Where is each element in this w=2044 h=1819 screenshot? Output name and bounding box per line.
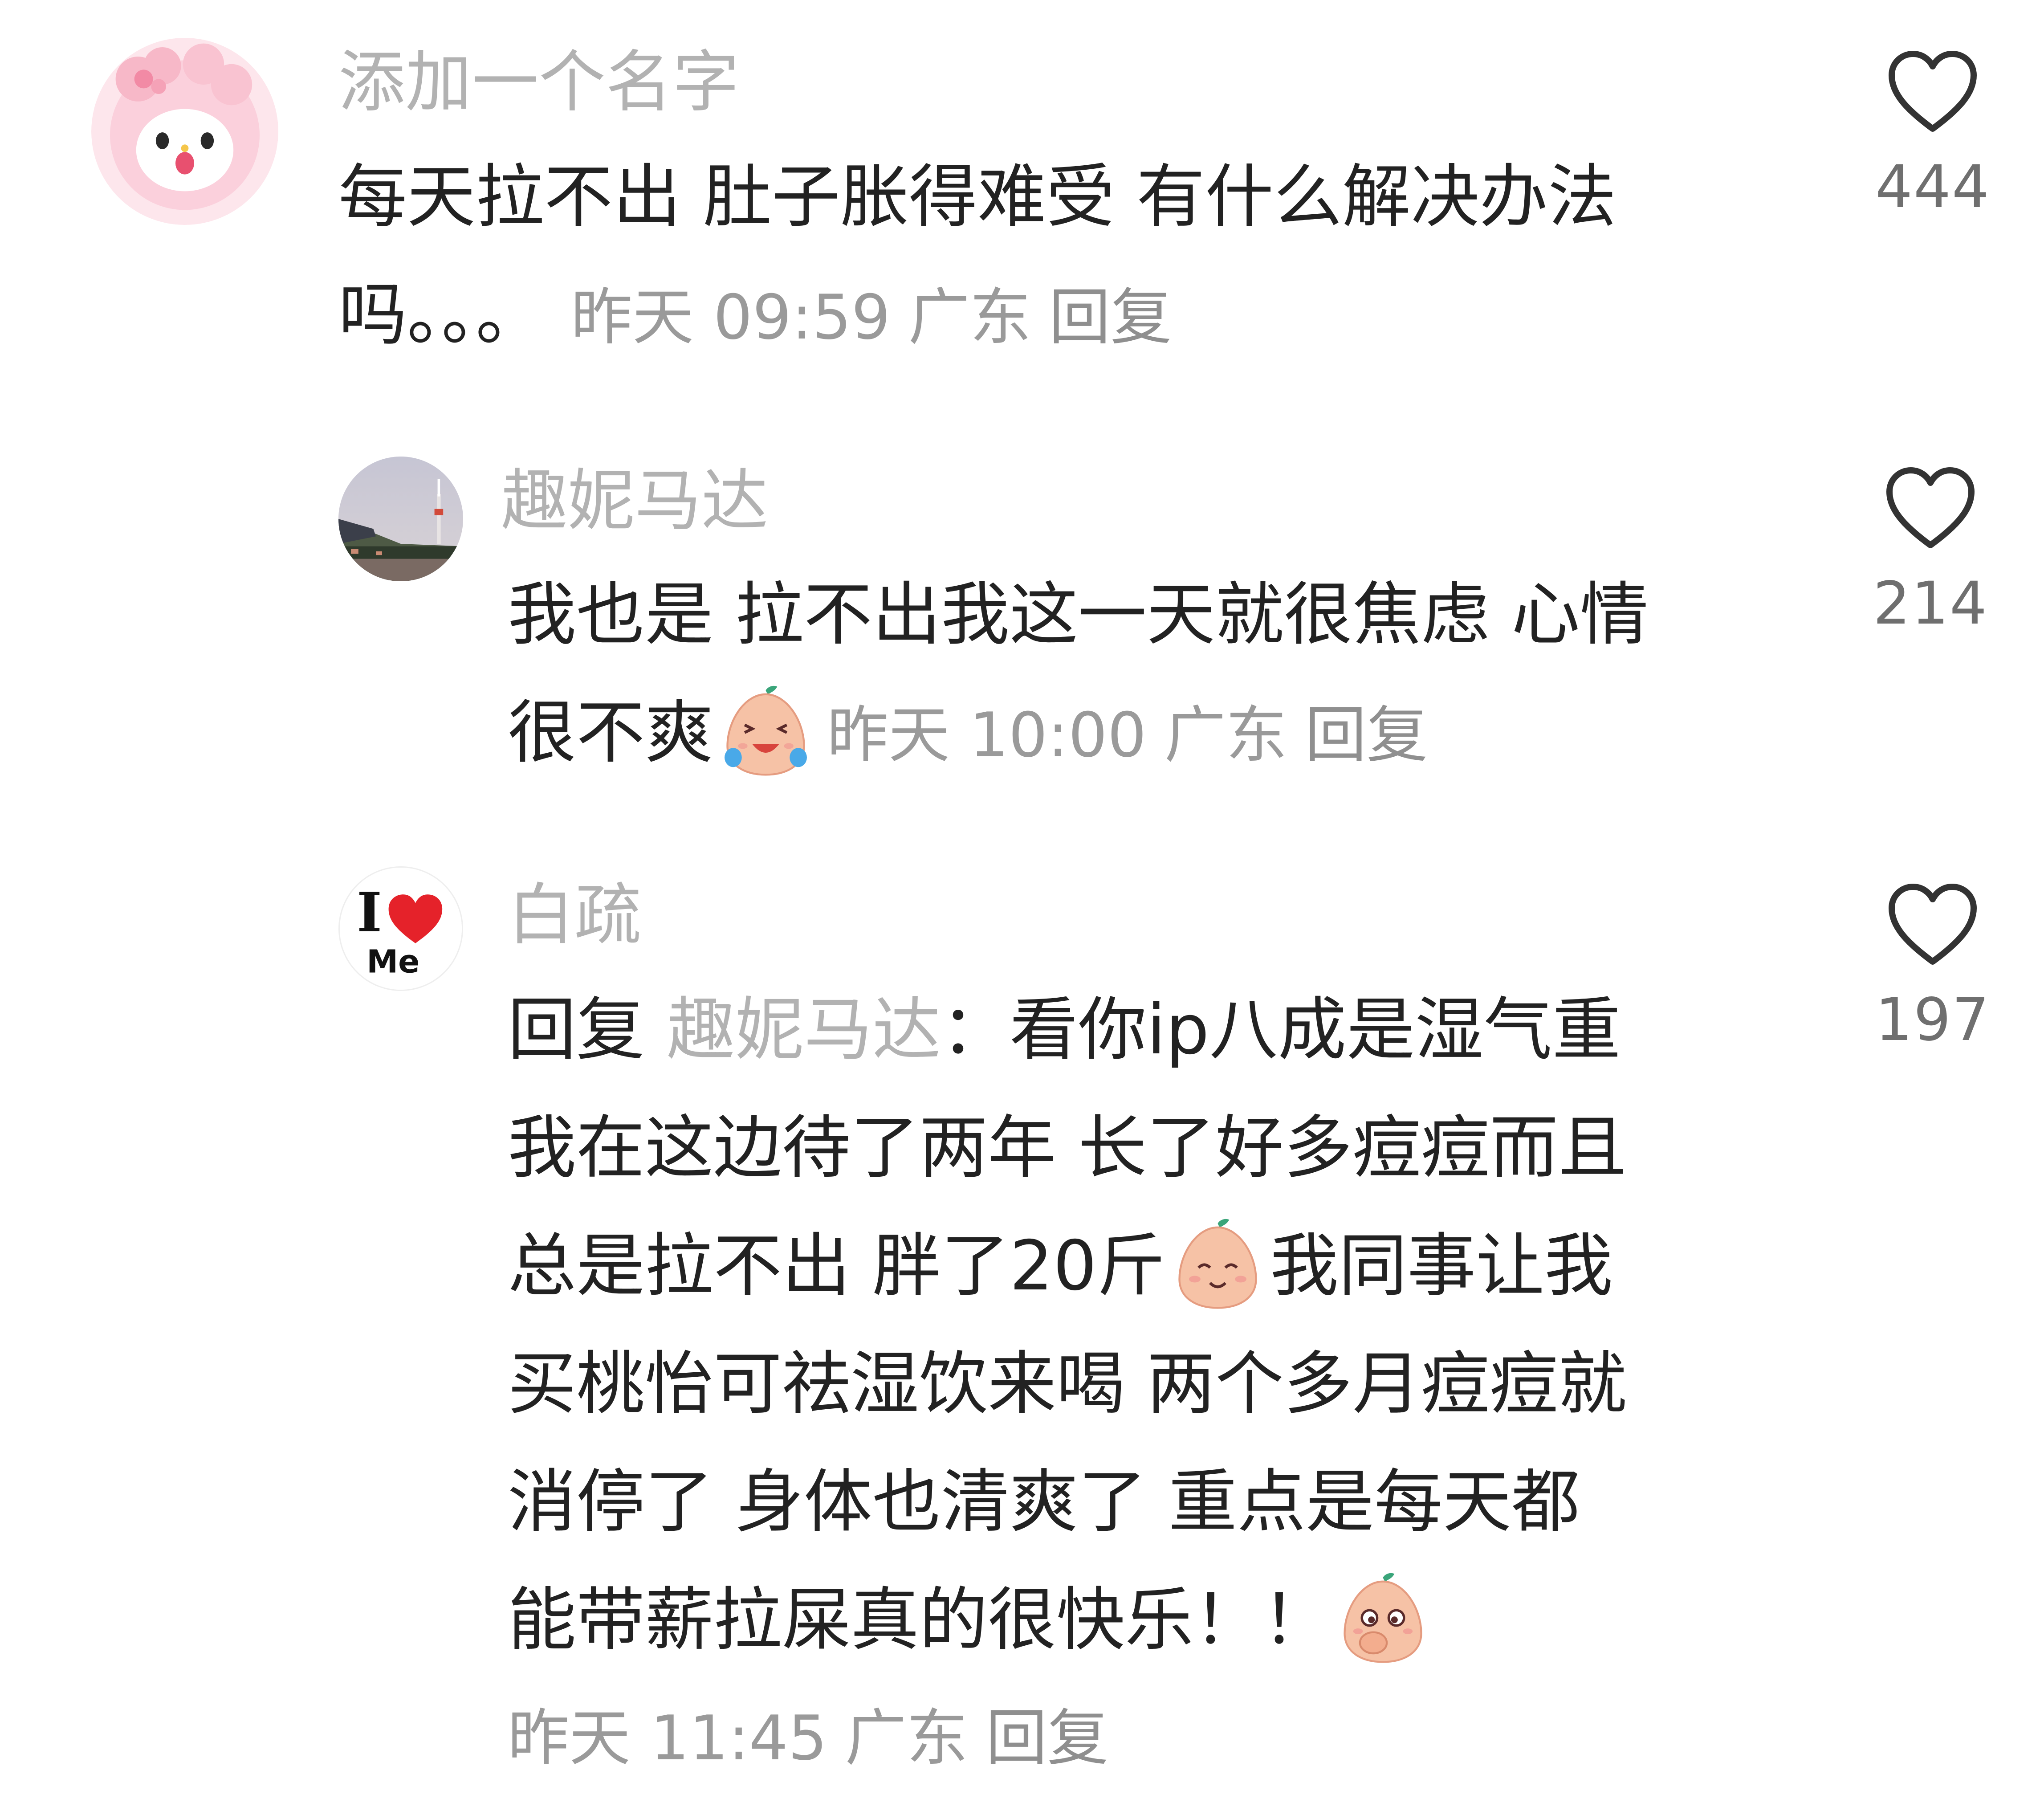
- i-love-me-avatar-icon: I Me: [340, 868, 462, 990]
- comment-time: 昨天 10:00: [827, 699, 1147, 771]
- comment-username[interactable]: 白疏: [508, 875, 641, 955]
- comment-text: 总是拉不出 胖了20斤: [508, 1226, 1165, 1306]
- pink-sheep-avatar-icon: [91, 38, 278, 225]
- comment-text: 我同事让我: [1270, 1226, 1613, 1306]
- comment-time: 昨天 11:45: [508, 1702, 827, 1774]
- user-avatar[interactable]: [338, 457, 463, 581]
- comment-body: 回复 趣妮马达：看你ip八成是湿气重 我在这边待了两年 长了好多痘痘而且 总是拉…: [508, 971, 1627, 1797]
- comment-text: 能带薪拉屎真的很快乐！！: [508, 1580, 1331, 1660]
- like-count: 197: [1875, 986, 1990, 1054]
- comment-line: 能带薪拉屎真的很快乐！！: [508, 1561, 1627, 1679]
- comment-line: 我也是 拉不出我这一天就很焦虑 心情: [508, 575, 1649, 655]
- comment-location: 广东: [908, 281, 1031, 353]
- comment-text: 看你ip八成是湿气重: [1010, 990, 1621, 1070]
- comment-meta: 昨天 10:00 广东 回复: [827, 699, 1446, 771]
- crying-laughing-peach-emoji-icon: [718, 683, 814, 779]
- like-control[interactable]: 444: [1875, 49, 1991, 223]
- reply-button[interactable]: 回复: [1049, 281, 1172, 353]
- heart-outline-icon[interactable]: [1886, 465, 1975, 550]
- reply-button[interactable]: 回复: [986, 1702, 1109, 1774]
- comment-username[interactable]: 趣妮马达: [501, 461, 768, 541]
- like-control[interactable]: 214: [1873, 465, 1988, 639]
- user-avatar[interactable]: [91, 38, 278, 225]
- avatar-text-top: I: [357, 881, 382, 944]
- comment-line: 总是拉不出 胖了20斤 我同事让我: [508, 1207, 1627, 1325]
- comment-meta: 昨天 09:59 广东 回复: [571, 281, 1190, 353]
- like-count: 444: [1875, 153, 1990, 221]
- comment-line-with-meta: 很不爽 昨天 10:00 广东 回复: [508, 674, 1649, 794]
- reply-button[interactable]: 回复: [1305, 699, 1428, 771]
- comment-line: 回复 趣妮马达：看你ip八成是湿气重: [508, 971, 1627, 1089]
- like-count: 214: [1873, 569, 1988, 638]
- reply-prefix: 回复: [508, 990, 645, 1070]
- heart-outline-icon[interactable]: [1888, 882, 1977, 967]
- comment-time: 昨天 09:59: [571, 281, 891, 353]
- comment-line: 很不爽: [508, 693, 714, 773]
- comment-line-with-meta: 吗。。。 昨天 09:59 广东 回复: [338, 256, 1616, 376]
- comment-line: 消停了 身体也清爽了 重点是每天都: [508, 1462, 1580, 1542]
- reply-colon: ：: [941, 990, 1010, 1070]
- comment-meta: 昨天 11:45 广东 回复: [508, 1679, 1627, 1797]
- reply-mention[interactable]: 趣妮马达: [667, 990, 941, 1070]
- avatar-text-bottom: Me: [366, 943, 419, 980]
- comment-line: 吗。。。: [338, 275, 545, 355]
- city-tower-photo-avatar-icon: [338, 457, 463, 581]
- heart-outline-icon[interactable]: [1888, 49, 1977, 134]
- comment-username[interactable]: 添加一个名字: [338, 42, 739, 122]
- comment-line: 每天拉不出 肚子胀得难受 有什么解决办法: [338, 157, 1616, 237]
- smiling-peach-emoji-icon: [1170, 1216, 1266, 1312]
- comment-line: 买桃怡可祛湿饮来喝 两个多月痘痘就: [508, 1344, 1627, 1424]
- comment-location: 广东: [845, 1702, 968, 1774]
- comment-body: 每天拉不出 肚子胀得难受 有什么解决办法 吗。。。 昨天 09:59 广东 回复: [338, 138, 1616, 376]
- comment-line: 我在这边待了两年 长了好多痘痘而且: [508, 1108, 1627, 1188]
- comment-location: 广东: [1164, 699, 1287, 771]
- like-control[interactable]: 197: [1875, 882, 1991, 1056]
- shy-covering-mouth-peach-emoji-icon: [1335, 1570, 1431, 1666]
- user-avatar[interactable]: I Me: [338, 866, 463, 991]
- comment-body: 我也是 拉不出我这一天就很焦虑 心情 很不爽 昨天 10:00 广东 回复: [508, 556, 1649, 794]
